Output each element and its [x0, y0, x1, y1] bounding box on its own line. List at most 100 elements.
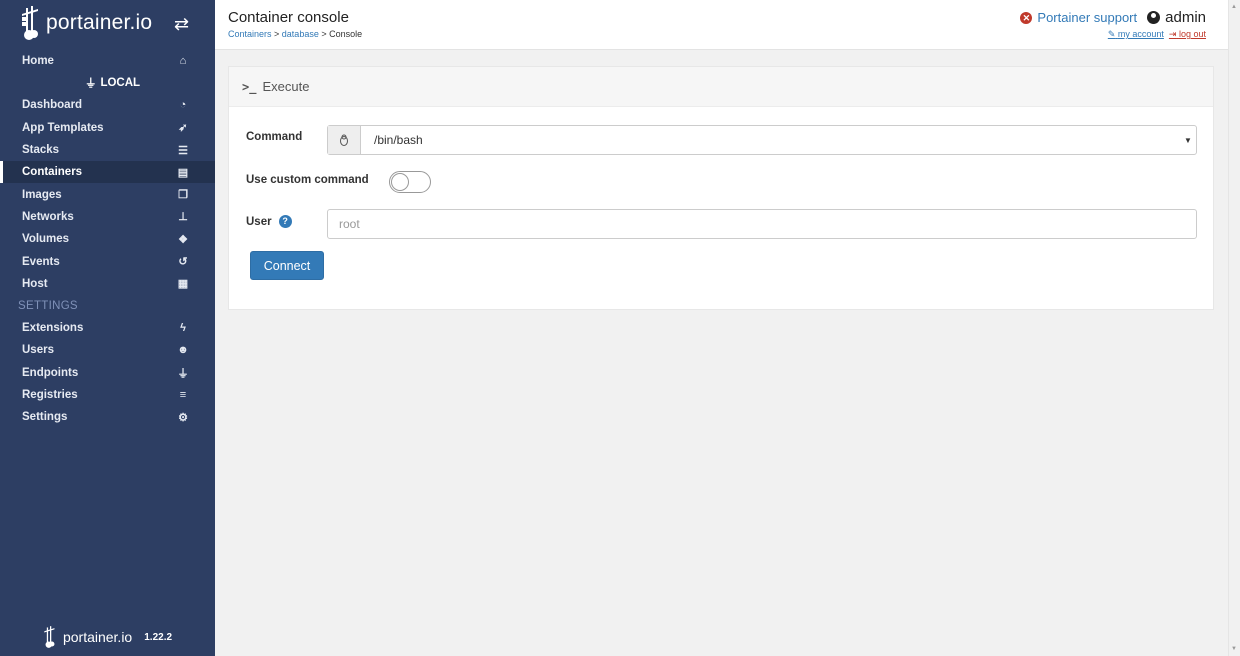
custom-command-row: Use custom command: [246, 174, 369, 186]
clone-icon: ❐: [178, 189, 188, 202]
breadcrumb-separator: >: [318, 29, 330, 39]
plug-icon: ⏚: [84, 78, 97, 91]
sidebar-item-users[interactable]: Users ☻: [0, 339, 215, 361]
scroll-down-icon[interactable]: ▼: [1231, 646, 1237, 652]
command-select[interactable]: /bin/bash ▼: [327, 125, 1197, 155]
sidebar-item-label: Stacks: [22, 144, 60, 157]
sidebar-item-label: Networks: [22, 210, 74, 223]
crane-logo-icon: [22, 6, 38, 40]
sidebar-footer: portainer.io 1.22.2: [0, 626, 215, 648]
support-label: Portainer support: [1037, 10, 1138, 25]
plug-icon: ⏚: [177, 367, 189, 380]
sidebar-item-app-templates[interactable]: App Templates ➶: [0, 117, 215, 139]
cubes-icon: ❖: [178, 233, 188, 246]
user-circle-icon: [1147, 11, 1161, 24]
sidebar-item-volumes[interactable]: Volumes ❖: [0, 228, 215, 250]
breadcrumb-database-link[interactable]: database: [282, 29, 319, 39]
sidebar-item-host[interactable]: Host ▦: [0, 273, 215, 295]
scroll-up-icon[interactable]: ▲: [1231, 4, 1237, 10]
footer-brand: portainer.io: [62, 629, 133, 645]
my-account-label: my account: [1117, 29, 1164, 39]
question-circle-icon[interactable]: ?: [278, 215, 292, 228]
database-icon: ≡: [179, 389, 187, 401]
sitemap-icon: ⊥: [178, 211, 188, 224]
page-scrollbar[interactable]: ▲ ▼: [1228, 0, 1240, 656]
breadcrumb: Containers > database > Console: [228, 29, 362, 39]
sidebar-item-label: Volumes: [22, 233, 70, 246]
breadcrumb-current: Console: [329, 29, 363, 39]
rocket-icon: ➶: [178, 122, 188, 135]
sidebar-item-registries[interactable]: Registries ≡: [0, 384, 215, 406]
page-title: Container console: [228, 9, 349, 26]
custom-command-label: Use custom command: [246, 174, 369, 186]
sidebar-item-containers[interactable]: Containers ▤: [0, 161, 215, 184]
caret-down-icon: ▼: [1184, 135, 1192, 145]
terminal-icon: >_: [242, 79, 257, 94]
support-link[interactable]: ✕ Portainer support: [1020, 10, 1137, 25]
sidebar-item-label: Endpoints: [22, 366, 79, 379]
tachometer-icon: ◔: [179, 99, 187, 112]
endpoint-label: LOCAL: [100, 77, 141, 90]
sidebar-item-label: Images: [22, 188, 62, 201]
sidebar-item-images[interactable]: Images ❐: [0, 183, 215, 205]
bolt-icon: ϟ: [180, 322, 186, 335]
wrench-icon: ✎: [1107, 29, 1116, 39]
sidebar-item-label: Dashboard: [22, 99, 83, 112]
sidebar-item-label: Users: [22, 344, 54, 357]
logout-label: log out: [1178, 29, 1206, 39]
user-menu: admin: [1147, 9, 1206, 26]
sidebar-item-label: Host: [22, 277, 48, 290]
panel-heading: >_ Execute: [229, 67, 1213, 107]
command-selected-value: /bin/bash: [374, 133, 423, 147]
sidebar-item-label: Extensions: [22, 322, 84, 335]
breadcrumb-containers-link[interactable]: Containers: [228, 29, 272, 39]
sign-out-icon: ⇥: [1168, 29, 1177, 39]
sidebar-item-endpoints[interactable]: Endpoints ⏚: [0, 362, 215, 384]
life-ring-icon: ✕: [1020, 11, 1033, 24]
portainer-logo: portainer.io: [20, 6, 152, 40]
page-header: Container console Containers > database …: [215, 0, 1228, 50]
toggle-knob: [391, 173, 409, 191]
switch-endpoint-icon[interactable]: ⇄: [174, 14, 189, 35]
th-icon: ▦: [177, 278, 189, 291]
username: admin: [1165, 9, 1206, 26]
command-row: Command: [246, 131, 302, 143]
crane-logo-icon: [44, 626, 55, 648]
header-user-area: ✕ Portainer support admin: [1020, 9, 1206, 26]
sidebar-item-label: Registries: [22, 389, 78, 401]
sidebar-item-label: Settings: [22, 411, 68, 424]
sidebar-item-label: Events: [22, 255, 60, 268]
panel-title: Execute: [262, 79, 310, 94]
connect-button[interactable]: Connect: [250, 251, 324, 280]
sidebar-item-label: App Templates: [22, 121, 104, 134]
users-icon: ☻: [177, 344, 189, 357]
home-icon: ⌂: [179, 55, 187, 68]
execute-panel: >_ Execute Command /bin/bash ▼ Use custo…: [228, 66, 1214, 310]
sidebar-item-settings[interactable]: Settings ⚙: [0, 406, 215, 428]
sidebar-nav: Home ⌂ ⏚ LOCAL Dashboard ◔ App Templates…: [0, 50, 215, 428]
sidebar-item-events[interactable]: Events ↺: [0, 250, 215, 272]
sidebar-item-dashboard[interactable]: Dashboard ◔: [0, 94, 215, 116]
command-label: Command: [246, 131, 303, 143]
settings-section-heading: SETTINGS: [18, 299, 78, 312]
version-label: 1.22.2: [144, 631, 173, 643]
user-input[interactable]: [327, 209, 1197, 239]
linux-icon: [328, 126, 361, 154]
custom-command-toggle[interactable]: [389, 171, 431, 193]
sidebar-item-home[interactable]: Home ⌂: [0, 50, 215, 72]
brand-name: portainer.io: [46, 11, 153, 34]
sidebar-item-extensions[interactable]: Extensions ϟ: [0, 317, 215, 339]
sidebar-item-label: Home: [22, 55, 54, 68]
my-account-link[interactable]: ✎ my account: [1108, 29, 1164, 40]
endpoint-name: ⏚ LOCAL: [0, 72, 215, 94]
sidebar-item-label: Containers: [22, 166, 83, 179]
sidebar-item-networks[interactable]: Networks ⊥: [0, 206, 215, 228]
server-icon: ▤: [177, 166, 189, 179]
logout-link[interactable]: ⇥ log out: [1169, 29, 1206, 40]
linux-penguin-icon: [340, 134, 348, 146]
breadcrumb-separator: >: [271, 29, 282, 39]
history-icon: ↺: [178, 256, 188, 269]
sidebar: portainer.io ⇄ Home ⌂ ⏚ LOCAL Dashboard …: [0, 0, 215, 656]
user-row: User ?: [246, 215, 292, 228]
sidebar-item-stacks[interactable]: Stacks ☰: [0, 139, 215, 161]
